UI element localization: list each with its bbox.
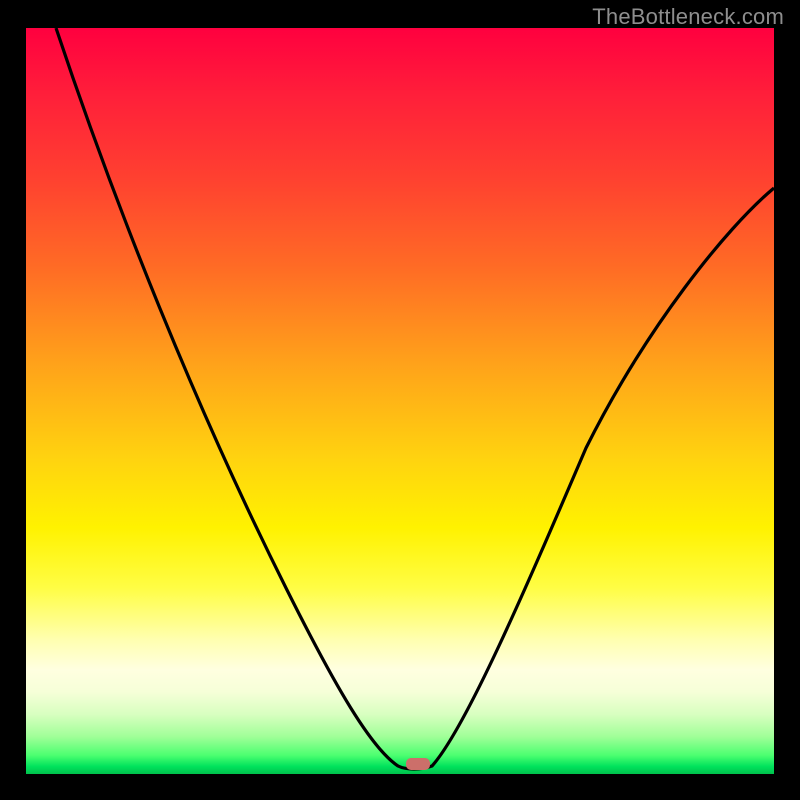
chart-frame: TheBottleneck.com [0,0,800,800]
chart-plot-area [26,28,774,774]
watermark-text: TheBottleneck.com [592,4,784,30]
bottleneck-curve [26,28,774,774]
optimum-marker [406,758,430,770]
